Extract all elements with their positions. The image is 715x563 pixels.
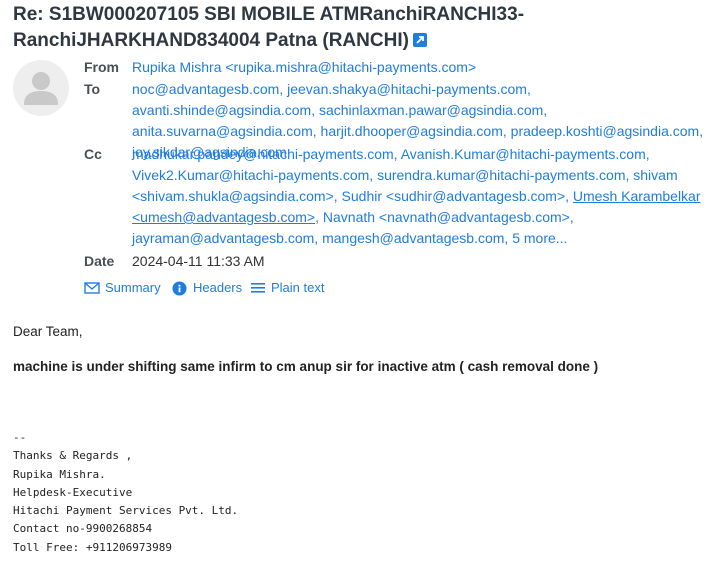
user-avatar-icon [24,72,58,105]
plain-text-view-label: Plain text [271,280,325,295]
cc-recipient-link[interactable]: surendra.kumar@hitachi-payments.com, [377,167,629,183]
body-message: machine is under shifting same infirm to… [13,359,599,374]
cc-recipient-link[interactable]: mangesh@advantagesb.com, [322,230,508,246]
recipient-link[interactable]: sachinlaxman.pawar@agsindia.com, [319,102,547,118]
cc-recipient-link[interactable]: Sudhir <sudhir@advantagesb.com>, [342,188,569,204]
info-icon [172,281,187,296]
email-subject: Re: S1BW000207105 SBI MOBILE ATMRanchiRA… [13,2,703,54]
cc-separator: , [315,209,319,225]
signature-line: Hitachi Payment Services Pvt. Ltd. [13,504,239,518]
cc-recipient-link[interactable]: Vivek2.Kumar@hitachi-payments.com, [132,167,373,183]
signature-line: Toll Free: +911206973989 [13,540,172,554]
cc-recipient-link[interactable]: jayraman@advantagesb.com, [132,230,318,246]
from-value: Rupika Mishra <rupika.mishra@hitachi-pay… [132,57,712,78]
cc-recipient-link[interactable]: Avanish.Kumar@hitachi-payments.com, [401,146,650,162]
external-link-icon[interactable] [412,33,427,47]
recipient-link[interactable]: pradeep.koshti@agsindia.com, [511,123,703,139]
recipient-link[interactable]: harjit.dhooper@agsindia.com, [321,123,507,139]
date-label: Date [84,253,115,269]
signature-line: -- [13,431,27,444]
signature-line: Contact no-9900268854 [13,522,153,536]
body-greeting: Dear Team, [13,324,83,339]
subject-text: Re: S1BW000207105 SBI MOBILE ATMRanchiRA… [13,4,525,51]
lines-icon [251,283,265,293]
recipient-link[interactable]: jeevan.shakya@hitachi-payments.com, [287,81,531,97]
summary-view-label: Summary [105,280,161,295]
cc-more-link[interactable]: 5 more... [512,230,567,246]
cc-label: Cc [84,146,102,162]
recipient-link[interactable]: noc@advantagesb.com, [132,81,283,97]
cc-recipient-link[interactable]: Navnath <navnath@advantagesb.com>, [323,209,574,225]
cc-recipients: madhukar.pandey@hitachi-payments.com, Av… [132,144,712,249]
recipient-link[interactable]: avanti.shinde@agsindia.com, [132,102,315,118]
from-sender-link[interactable]: Rupika Mishra <rupika.mishra@hitachi-pay… [132,59,476,75]
to-label: To [84,81,101,97]
signature-line: Rupika Mishra. [13,467,106,481]
date-value: 2024-04-11 11:33 AM [132,253,265,269]
email-signature: -- Thanks & Regards , Rupika Mishra. Helpde… [13,429,238,557]
headers-view-label: Headers [193,280,243,295]
recipient-link[interactable]: anita.suvarna@agsindia.com, [132,123,317,139]
envelope-icon [84,282,100,294]
from-label: From [84,59,119,75]
sender-avatar [13,60,69,116]
signature-line: Thanks & Regards , [13,449,133,463]
cc-recipient-link[interactable]: madhukar.pandey@hitachi-payments.com, [132,146,398,162]
signature-line: Helpdesk-Executive [13,485,133,499]
